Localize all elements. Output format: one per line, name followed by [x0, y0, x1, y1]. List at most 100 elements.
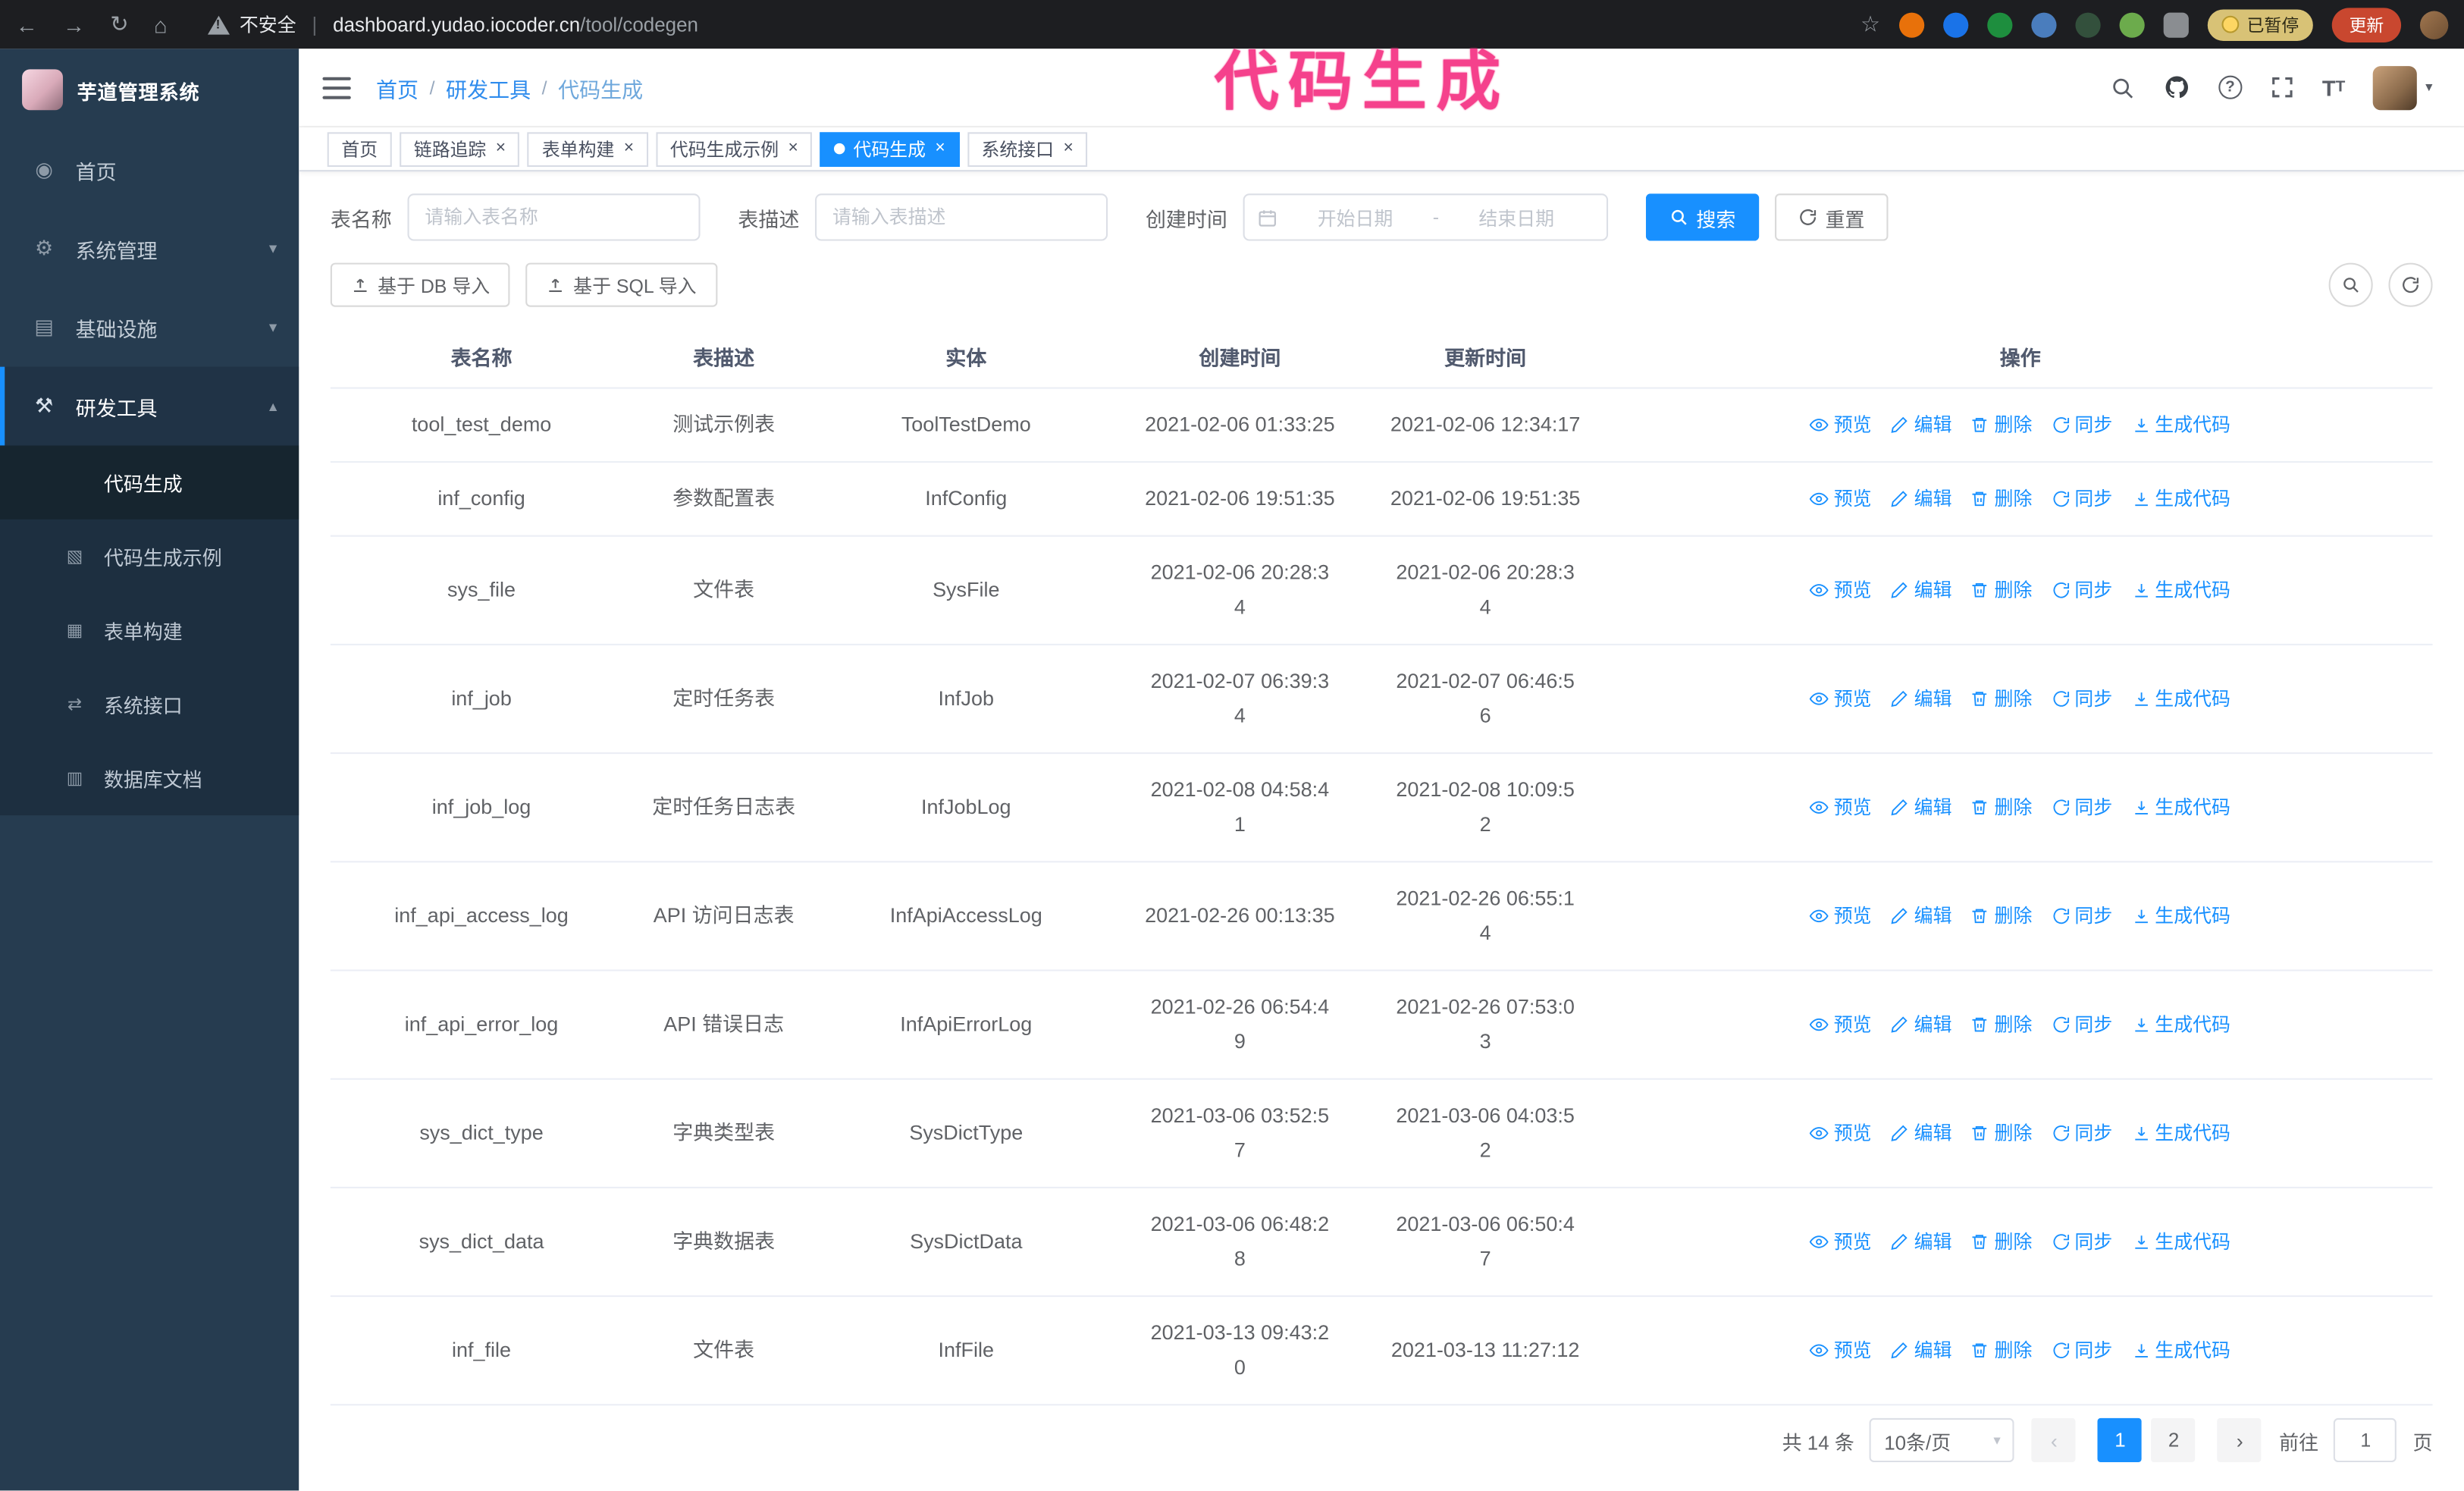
search-icon[interactable]	[2110, 75, 2135, 100]
font-size-icon[interactable]: TT	[2322, 75, 2345, 100]
refresh-table-button[interactable]	[2388, 262, 2433, 307]
action-delete-link[interactable]: 删除	[1970, 1007, 2032, 1042]
action-delete-link[interactable]: 删除	[1970, 682, 2032, 717]
import-db-button[interactable]: 基于 DB 导入	[330, 262, 511, 307]
action-delete-link[interactable]: 删除	[1970, 1225, 2032, 1260]
bookmark-star-icon[interactable]: ☆	[1861, 11, 1880, 38]
sidebar-item-codegen[interactable]: 代码生成	[0, 445, 299, 519]
sidebar-item-db-doc[interactable]: ▥ 数据库文档	[0, 742, 299, 816]
sidebar-toggle-icon[interactable]	[322, 76, 351, 99]
action-preview-link[interactable]: 预览	[1810, 1007, 1872, 1042]
extension-icon-4[interactable]	[2031, 11, 2057, 37]
help-icon[interactable]: ?	[2218, 75, 2243, 99]
action-edit-link[interactable]: 编辑	[1891, 482, 1952, 516]
action-edit-link[interactable]: 编辑	[1891, 1007, 1952, 1042]
action-generate-code-link[interactable]: 生成代码	[2131, 1007, 2230, 1042]
action-generate-code-link[interactable]: 生成代码	[2131, 790, 2230, 825]
close-tab-icon[interactable]: ×	[788, 140, 798, 158]
close-tab-icon[interactable]: ×	[624, 140, 634, 158]
site-security-warning[interactable]: 不安全	[208, 11, 296, 38]
tab-codegen-example[interactable]: 代码生成示例 ×	[656, 131, 813, 166]
page-size-select[interactable]: 10条/页 ▾	[1870, 1417, 2015, 1463]
sidebar-item-dev-tools[interactable]: ⚒ 研发工具 ▾	[0, 366, 299, 446]
extension-icon-2[interactable]	[1943, 11, 1969, 37]
tab-home[interactable]: 首页	[327, 131, 392, 166]
import-sql-button[interactable]: 基于 SQL 导入	[525, 262, 717, 307]
sidebar-item-home[interactable]: ◉ 首页	[0, 130, 299, 209]
action-sync-link[interactable]: 同步	[2051, 1116, 2112, 1150]
action-preview-link[interactable]: 预览	[1810, 790, 1872, 825]
browser-home-icon[interactable]: ⌂	[154, 12, 168, 37]
fullscreen-icon[interactable]	[2270, 76, 2293, 99]
table-desc-input[interactable]	[815, 193, 1108, 241]
close-tab-icon[interactable]: ×	[935, 140, 945, 158]
action-preview-link[interactable]: 预览	[1810, 1225, 1872, 1260]
breadcrumb-home[interactable]: 首页	[376, 71, 419, 103]
action-delete-link[interactable]: 删除	[1970, 790, 2032, 825]
action-preview-link[interactable]: 预览	[1810, 899, 1872, 934]
action-delete-link[interactable]: 删除	[1970, 573, 2032, 607]
page-button-1[interactable]: 1	[2098, 1417, 2143, 1463]
action-preview-link[interactable]: 预览	[1810, 408, 1872, 443]
close-tab-icon[interactable]: ×	[1063, 140, 1073, 158]
action-edit-link[interactable]: 编辑	[1891, 1225, 1952, 1260]
action-preview-link[interactable]: 预览	[1810, 482, 1872, 516]
action-edit-link[interactable]: 编辑	[1891, 682, 1952, 717]
action-generate-code-link[interactable]: 生成代码	[2131, 1333, 2230, 1368]
action-delete-link[interactable]: 删除	[1970, 482, 2032, 516]
browser-profile-avatar[interactable]	[2419, 10, 2449, 39]
extensions-puzzle-icon[interactable]	[2163, 11, 2189, 37]
breadcrumb-dev-tools[interactable]: 研发工具	[446, 71, 531, 103]
sidebar-item-codegen-example[interactable]: ▧ 代码生成示例	[0, 519, 299, 594]
sidebar-item-form-builder[interactable]: ▦ 表单构建	[0, 593, 299, 667]
action-edit-link[interactable]: 编辑	[1891, 573, 1952, 607]
tab-tracer[interactable]: 链路追踪 ×	[400, 131, 520, 166]
app-logo-row[interactable]: 芋道管理系统	[0, 49, 299, 130]
toggle-search-button[interactable]	[2328, 262, 2373, 307]
table-name-input[interactable]	[407, 193, 701, 241]
action-edit-link[interactable]: 编辑	[1891, 790, 1952, 825]
browser-reload-icon[interactable]: ↻	[110, 11, 128, 38]
action-generate-code-link[interactable]: 生成代码	[2131, 1225, 2230, 1260]
action-preview-link[interactable]: 预览	[1810, 573, 1872, 607]
action-sync-link[interactable]: 同步	[2051, 1333, 2112, 1368]
action-sync-link[interactable]: 同步	[2051, 899, 2112, 934]
next-page-button[interactable]: ›	[2218, 1417, 2262, 1463]
action-preview-link[interactable]: 预览	[1810, 1333, 1872, 1368]
extension-icon-5[interactable]	[2075, 11, 2101, 37]
action-generate-code-link[interactable]: 生成代码	[2131, 1116, 2230, 1150]
action-sync-link[interactable]: 同步	[2051, 1225, 2112, 1260]
github-icon[interactable]	[2163, 74, 2190, 101]
sidebar-item-infrastructure[interactable]: ▤ 基础设施 ▾	[0, 288, 299, 367]
search-button[interactable]: 搜索	[1645, 193, 1760, 241]
action-edit-link[interactable]: 编辑	[1891, 1116, 1952, 1150]
action-sync-link[interactable]: 同步	[2051, 790, 2112, 825]
action-generate-code-link[interactable]: 生成代码	[2131, 899, 2230, 934]
action-generate-code-link[interactable]: 生成代码	[2131, 573, 2230, 607]
tab-codegen[interactable]: 代码生成 ×	[820, 131, 960, 166]
action-preview-link[interactable]: 预览	[1810, 1116, 1872, 1150]
sidebar-item-system[interactable]: ⚙ 系统管理 ▾	[0, 209, 299, 288]
prev-page-button[interactable]: ‹	[2032, 1417, 2077, 1463]
page-button-2[interactable]: 2	[2152, 1417, 2196, 1463]
browser-forward-icon[interactable]: →	[63, 12, 85, 37]
date-range-picker[interactable]: 开始日期 - 结束日期	[1243, 193, 1609, 241]
browser-update-button[interactable]: 更新	[2331, 7, 2402, 42]
action-sync-link[interactable]: 同步	[2051, 408, 2112, 443]
action-generate-code-link[interactable]: 生成代码	[2131, 682, 2230, 717]
action-edit-link[interactable]: 编辑	[1891, 1333, 1952, 1368]
action-edit-link[interactable]: 编辑	[1891, 899, 1952, 934]
tab-system-api[interactable]: 系统接口 ×	[967, 131, 1088, 166]
action-delete-link[interactable]: 删除	[1970, 408, 2032, 443]
action-preview-link[interactable]: 预览	[1810, 682, 1872, 717]
action-sync-link[interactable]: 同步	[2051, 682, 2112, 717]
close-tab-icon[interactable]: ×	[496, 140, 506, 158]
action-delete-link[interactable]: 删除	[1970, 1333, 2032, 1368]
extension-icon-3[interactable]	[1987, 11, 2013, 37]
paused-badge[interactable]: 已暂停	[2207, 8, 2313, 40]
sidebar-item-system-api[interactable]: ⇄ 系统接口	[0, 667, 299, 742]
user-menu[interactable]: ▾	[2373, 65, 2433, 110]
extension-icon-1[interactable]	[1899, 11, 1925, 37]
action-delete-link[interactable]: 删除	[1970, 1116, 2032, 1150]
action-edit-link[interactable]: 编辑	[1891, 408, 1952, 443]
